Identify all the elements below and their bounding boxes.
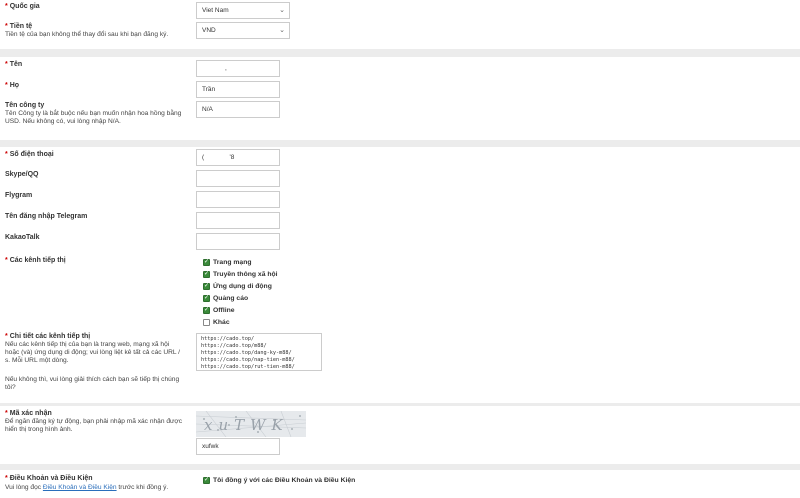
channel-details-label: * Chi tiết các kênh tiếp thị [5,333,91,340]
currency-hint: Tiền tệ của bạn không thể thay đổi sau k… [5,31,169,38]
kakao-label: KakaoTalk [5,234,40,241]
checkbox-unchecked-icon[interactable] [203,318,210,326]
skype-label: Skype/QQ [5,171,39,178]
section-terms: * Điều Khoản và Điều Kiện Vui lòng đọc Đi… [0,470,800,498]
first-name-label: * Tên [5,61,23,68]
channel-details-hint: Nếu các kênh tiếp thị của bạn là trang w… [5,341,180,364]
kakao-input[interactable] [196,233,280,250]
url-line: https://cado.top/nap-tien-m88/ [201,357,295,363]
channel-option-label: Trang mạng [213,258,252,266]
flygram-input[interactable] [196,191,280,208]
company-label: Tên công ty [5,102,45,109]
section-personal: * Tên , * Họ Trần Tên công ty Tên Công ty … [0,57,800,140]
channel-option[interactable]: ✓ Offline [203,305,235,315]
chevron-down-icon: ⌄ [279,27,285,34]
last-name-input[interactable]: Trần [196,81,280,98]
channel-option-label: Ứng dụng di động [213,282,272,290]
checkbox-checked-icon[interactable]: ✓ [203,258,210,266]
url-line: https://cado.top/m88/ [201,343,267,349]
company-hint: Tên Công ty là bắt buộc nếu bạn muốn nhậ… [5,110,182,125]
checkbox-checked-icon[interactable]: ✓ [203,282,210,290]
currency-select[interactable]: VND ⌄ [196,22,290,39]
terms-agree-label: Tôi đồng ý với các Điều Khoản và Điều Ki… [213,476,356,484]
captcha-input[interactable]: xufwk [196,438,280,455]
channel-option-label: Khác [213,318,230,326]
terms-link[interactable]: Điều Khoản và Điều Kiện [43,484,117,491]
captcha-text: xuTWK [204,416,289,434]
channel-details-textarea[interactable]: https://cado.top/ https://cado.top/m88/ … [196,333,322,371]
url-line: https://cado.top/ [201,336,255,342]
terms-hint: Vui lòng đọc Điều Khoản và Điều Kiện trư… [5,484,169,491]
captcha-label: * Mã xác nhận [5,410,52,417]
first-name-input[interactable]: , [196,60,280,77]
flygram-label: Flygram [5,192,33,199]
company-input[interactable]: N/A [196,101,280,118]
checkbox-checked-icon[interactable]: ✓ [203,270,210,278]
captcha-hint: Để ngăn đăng ký tự động, bạn phải nhập m… [5,418,183,433]
chevron-down-icon: ⌄ [279,7,285,14]
terms-label: * Điều Khoản và Điều Kiện [5,475,93,482]
skype-input[interactable] [196,170,280,187]
currency-label: * Tiền tệ [5,23,33,30]
section-contact: * Số điện thoại ( '8 Skype/QQ Flygram Tên… [0,147,800,403]
channel-option-label: Truyền thông xã hội [213,270,278,278]
checkbox-checked-icon[interactable]: ✓ [203,476,210,484]
section-region: * Quốc gia Viet Nam ⌄ * Tiền tệ Tiền tệ của… [0,0,800,49]
last-name-label: * Họ [5,82,20,89]
terms-agree-checkbox[interactable]: ✓ Tôi đồng ý với các Điều Khoản và Điều … [203,475,355,485]
channel-option[interactable]: ✓ Ứng dụng di động [203,281,272,291]
channel-option[interactable]: Khác [203,317,230,327]
checkbox-checked-icon[interactable]: ✓ [203,294,210,302]
channel-details-hint-2: Nếu không thì, vui lòng giải thích cách … [5,376,180,391]
url-line: https://cado.top/dang-ky-m88/ [201,350,292,356]
section-captcha: * Mã xác nhận Để ngăn đăng ký tự động, bạ… [0,406,800,464]
phone-input[interactable]: ( '8 [196,149,280,166]
channel-option[interactable]: ✓ Trang mạng [203,257,252,267]
captcha-image: xuTWK [196,411,306,437]
channel-option[interactable]: ✓ Quảng cáo [203,293,248,303]
channel-option-label: Quảng cáo [213,294,249,302]
telegram-label: Tên đăng nhập Telegram [5,213,88,220]
country-select[interactable]: Viet Nam ⌄ [196,2,290,19]
checkbox-checked-icon[interactable]: ✓ [203,306,210,314]
channels-label: * Các kênh tiếp thị [5,257,66,264]
channel-option-label: Offline [213,306,235,314]
url-line: https://cado.top/rut-tien-m88/ [201,364,295,370]
channel-option[interactable]: ✓ Truyền thông xã hội [203,269,278,279]
phone-label: * Số điện thoại [5,151,54,158]
country-label: * Quốc gia [5,3,40,10]
telegram-input[interactable] [196,212,280,229]
